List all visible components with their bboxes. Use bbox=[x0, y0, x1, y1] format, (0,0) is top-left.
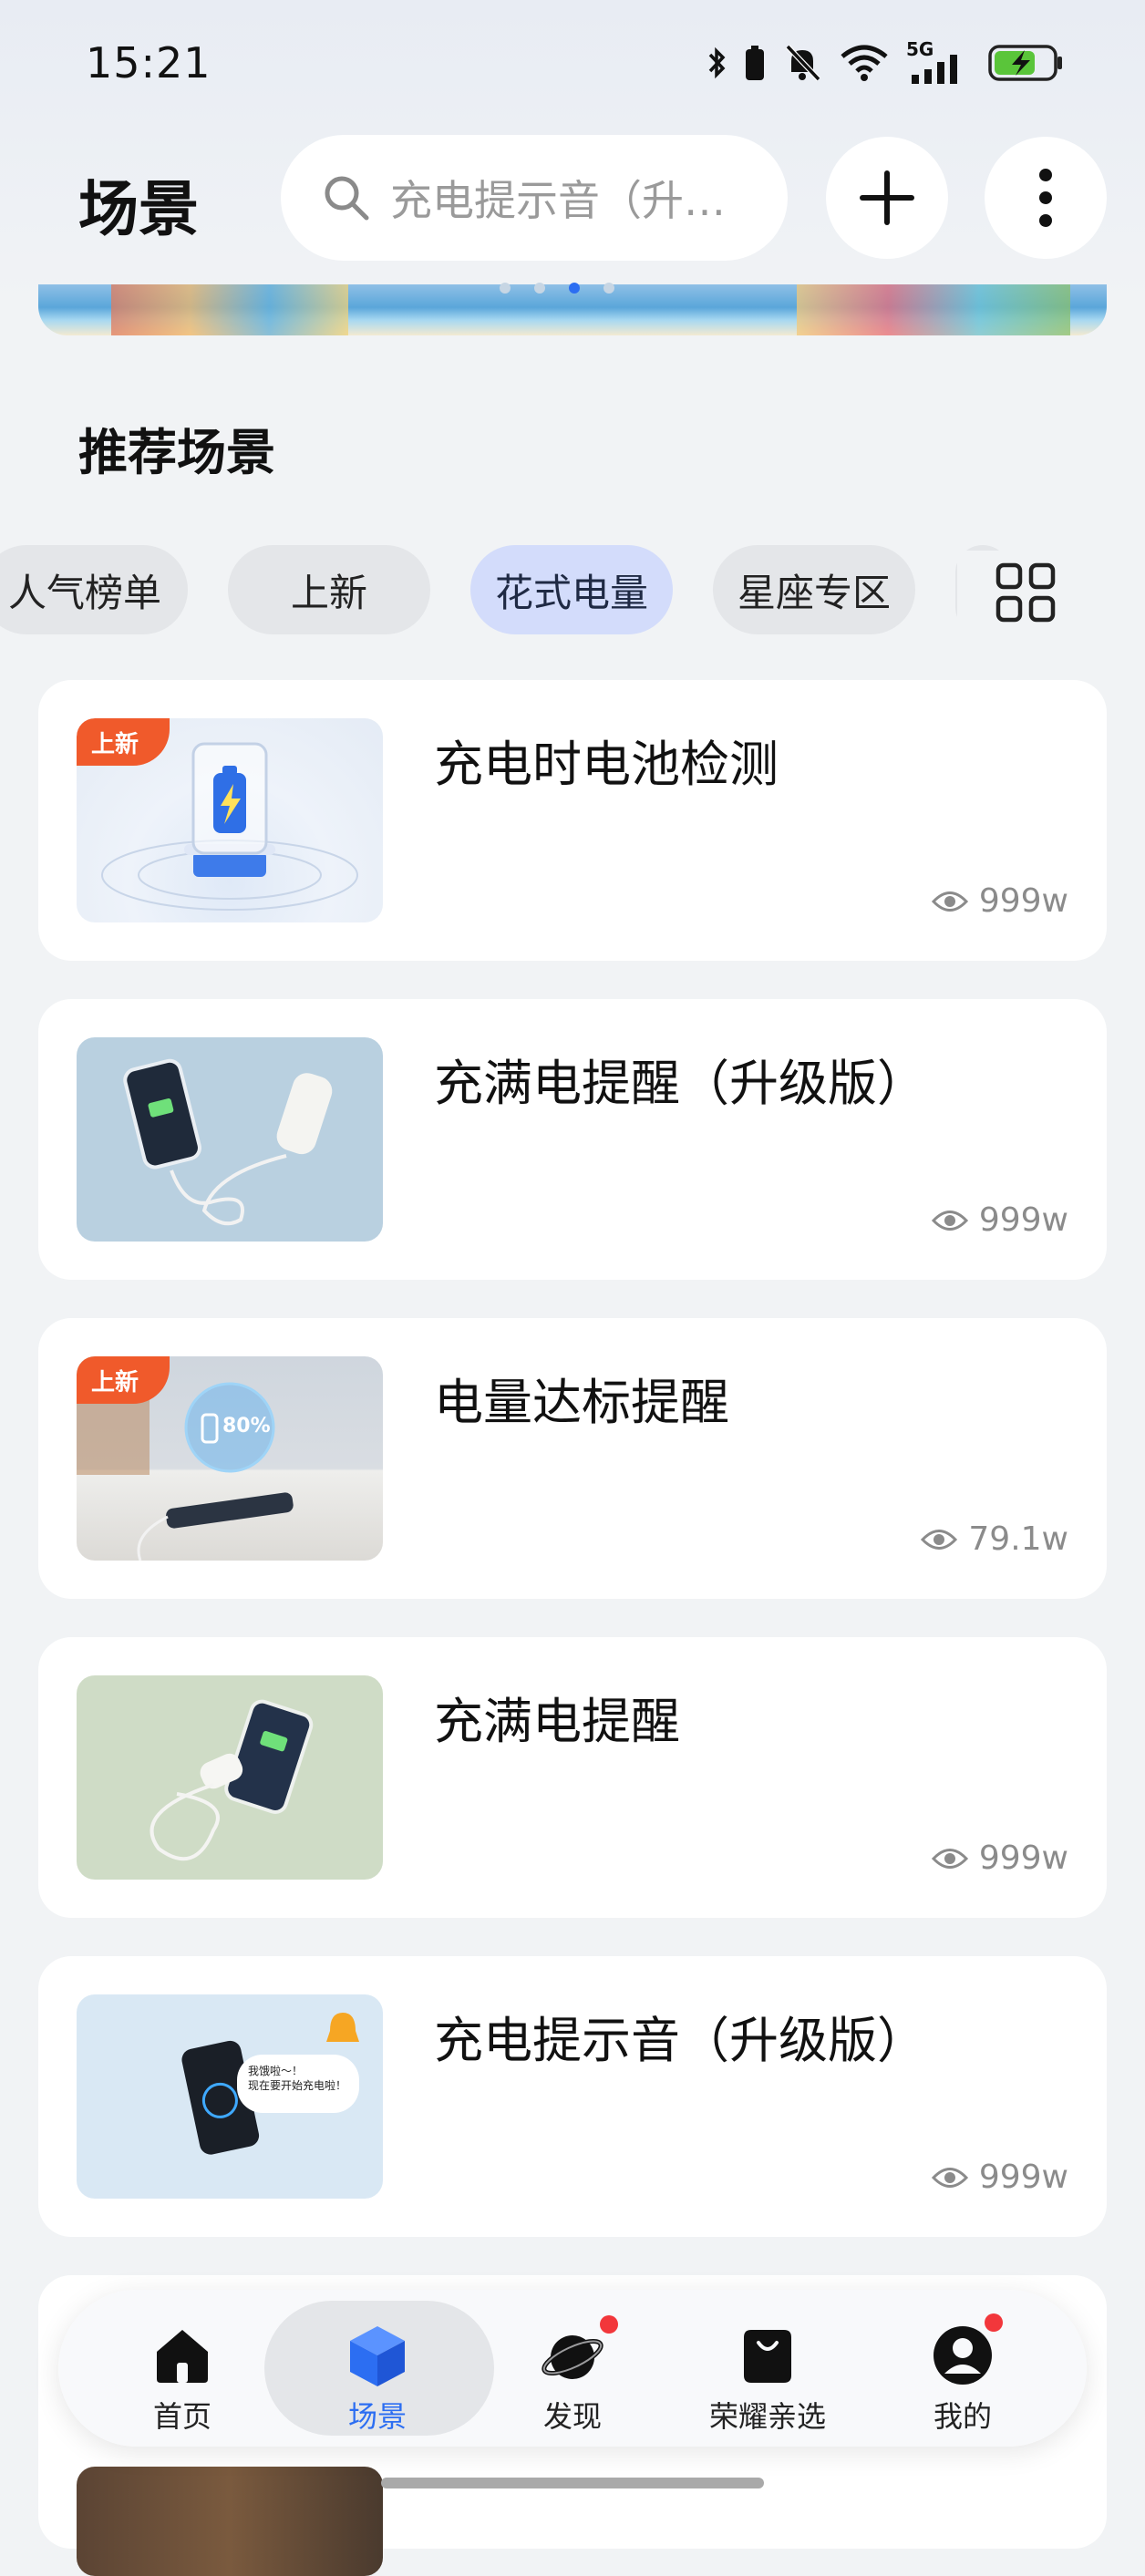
add-button[interactable] bbox=[826, 137, 948, 259]
view-count-value: 999w bbox=[978, 2159, 1068, 2196]
eye-icon bbox=[931, 1210, 968, 1231]
vibrate-battery-icon bbox=[746, 46, 764, 80]
view-count: 79.1w bbox=[921, 1520, 1068, 1558]
status-icons: 5G bbox=[707, 38, 1065, 86]
nav-label: 首页 bbox=[152, 2399, 211, 2434]
nav-discover[interactable]: 发现 bbox=[481, 2290, 664, 2447]
scene-card[interactable]: 我饿啦～！ 现在要开始充电啦！ 充电提示音（升级版） 999w bbox=[38, 1956, 1107, 2237]
tab-popular[interactable]: 人气榜单 bbox=[0, 545, 188, 634]
status-time: 15:21 bbox=[86, 38, 211, 88]
carousel-dot bbox=[500, 283, 511, 294]
search-placeholder: 充电提示音（升… bbox=[390, 176, 726, 225]
carousel-dot bbox=[603, 283, 614, 294]
phone-powerbank-illustration bbox=[123, 1058, 333, 1226]
view-count: 999w bbox=[931, 1839, 1068, 1877]
scene-thumbnail bbox=[77, 1037, 383, 1242]
home-indicator[interactable] bbox=[381, 2478, 764, 2488]
notification-dot bbox=[600, 2315, 618, 2334]
nav-label: 荣耀亲选 bbox=[708, 2399, 826, 2434]
speech-bubble-text: 我饿啦～！ 现在要开始充电啦！ bbox=[248, 2065, 347, 2092]
scene-title: 充电提示音（升级版） bbox=[434, 2012, 926, 2069]
battery-percent-label: 80% bbox=[222, 1415, 271, 1437]
scene-thumbnail: 上新 bbox=[77, 718, 383, 922]
user-icon bbox=[934, 2326, 992, 2385]
scene-card[interactable]: 80% 上新 电量达标提醒 79.1w bbox=[38, 1318, 1107, 1599]
more-options-button[interactable] bbox=[985, 137, 1107, 259]
scene-thumbnail: 我饿啦～！ 现在要开始充电啦！ bbox=[77, 1994, 383, 2199]
scene-thumbnail bbox=[77, 2467, 383, 2576]
nav-honor-select[interactable]: 荣耀亲选 bbox=[676, 2290, 859, 2447]
view-count-value: 79.1w bbox=[968, 1520, 1068, 1558]
nav-home[interactable]: 首页 bbox=[91, 2290, 273, 2447]
all-categories-button[interactable] bbox=[957, 551, 1094, 634]
nav-label: 我的 bbox=[933, 2399, 992, 2434]
scene-title: 充满电提醒（升级版） bbox=[434, 1055, 926, 1112]
shopping-bag-icon bbox=[744, 2330, 791, 2383]
tab-new[interactable]: 上新 bbox=[228, 545, 430, 634]
mute-bell-icon bbox=[785, 44, 821, 82]
view-count: 999w bbox=[931, 1201, 1068, 1239]
scene-thumbnail bbox=[77, 1675, 383, 1880]
phone-charging-illustration bbox=[150, 1699, 314, 1861]
banner-image-left bbox=[111, 284, 348, 335]
scene-cube-icon bbox=[350, 2326, 405, 2386]
view-count-value: 999w bbox=[978, 1839, 1068, 1877]
nav-profile[interactable]: 我的 bbox=[872, 2290, 1054, 2447]
view-count: 999w bbox=[931, 2159, 1068, 2196]
status-bar: 15:21 5G bbox=[0, 0, 1145, 128]
planet-icon bbox=[542, 2335, 603, 2379]
nav-scenes[interactable]: 场景 bbox=[286, 2290, 469, 2447]
tab-zodiac[interactable]: 星座专区 bbox=[713, 545, 915, 634]
bottom-navigation: 首页 场景 发现 荣耀亲选 我的 bbox=[58, 2290, 1087, 2447]
scene-title: 充满电提醒 bbox=[434, 1693, 680, 1750]
carousel-indicator bbox=[500, 283, 614, 294]
view-count-value: 999w bbox=[978, 1201, 1068, 1239]
view-count-value: 999w bbox=[978, 882, 1068, 920]
eye-icon bbox=[931, 1848, 968, 1869]
search-input[interactable]: 充电提示音（升… bbox=[281, 135, 788, 261]
notification-dot bbox=[985, 2313, 1003, 2332]
scene-card[interactable]: 上新 充电时电池检测 999w bbox=[38, 680, 1107, 961]
plus-icon bbox=[860, 170, 914, 225]
signal-icon: 5G bbox=[906, 38, 972, 84]
scene-card[interactable]: 充满电提醒 999w bbox=[38, 1637, 1107, 1918]
grid-icon bbox=[995, 562, 1056, 623]
eye-icon bbox=[931, 891, 968, 912]
page-title: 场景 bbox=[78, 174, 199, 244]
carousel-dot-active bbox=[569, 283, 580, 294]
view-count: 999w bbox=[931, 882, 1068, 920]
carousel-dot bbox=[534, 283, 545, 294]
tab-battery-styles[interactable]: 花式电量 bbox=[470, 545, 673, 634]
eye-icon bbox=[931, 2167, 968, 2188]
scene-title: 充电时电池检测 bbox=[434, 736, 779, 793]
search-icon bbox=[325, 176, 369, 221]
nav-label: 发现 bbox=[542, 2399, 602, 2434]
home-icon bbox=[157, 2330, 208, 2383]
scene-title: 电量达标提醒 bbox=[434, 1374, 729, 1431]
wifi-icon bbox=[841, 45, 888, 81]
more-vertical-icon bbox=[1039, 169, 1052, 227]
battery-charging-icon bbox=[988, 45, 1062, 81]
banner-image-right bbox=[797, 284, 1070, 335]
eye-icon bbox=[921, 1529, 958, 1550]
scene-card[interactable]: 充满电提醒（升级版） 999w bbox=[38, 999, 1107, 1280]
charging-sound-illustration bbox=[181, 2013, 359, 2155]
scene-thumbnail: 80% 上新 bbox=[77, 1356, 383, 1561]
nav-label: 场景 bbox=[347, 2399, 407, 2434]
section-title: 推荐场景 bbox=[78, 424, 275, 481]
bluetooth-icon bbox=[708, 46, 726, 79]
